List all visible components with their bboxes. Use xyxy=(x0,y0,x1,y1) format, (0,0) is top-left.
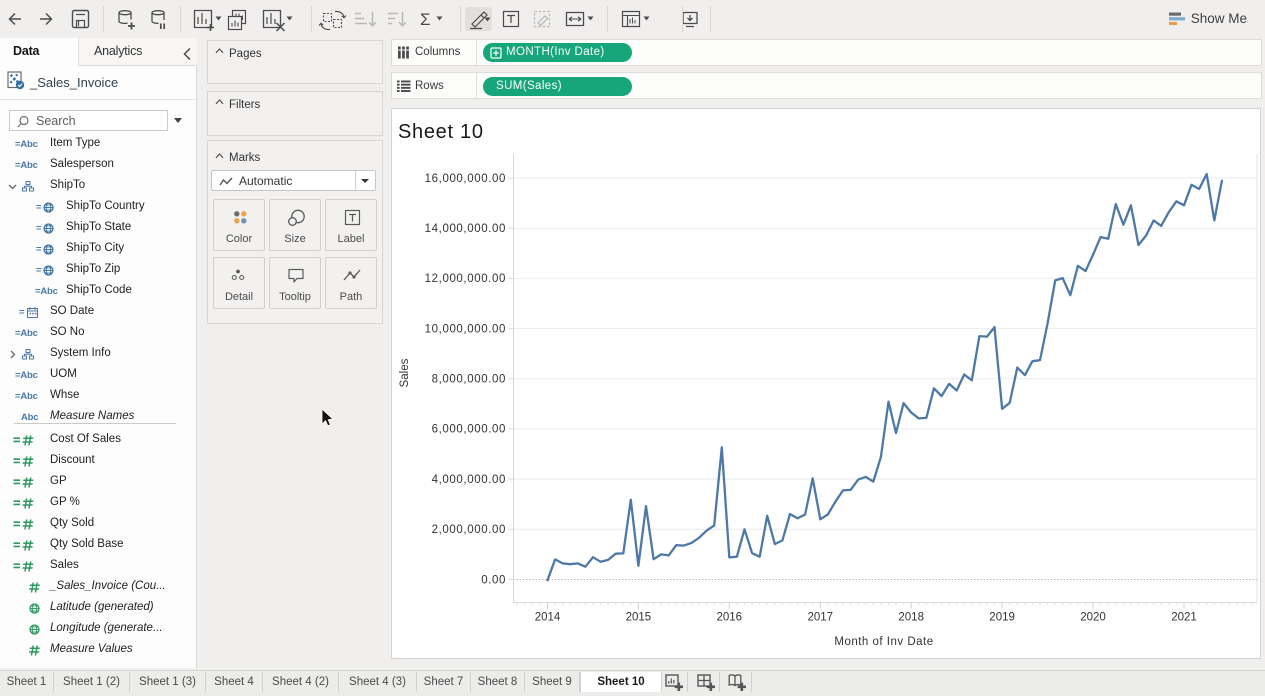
svg-text:2014: 2014 xyxy=(535,612,561,624)
svg-text:8,000,000.00: 8,000,000.00 xyxy=(432,374,506,386)
svg-text:2,000,000.00: 2,000,000.00 xyxy=(432,524,506,536)
svg-text:Sales: Sales xyxy=(399,358,411,387)
svg-text:2019: 2019 xyxy=(989,612,1015,624)
svg-text:2017: 2017 xyxy=(808,612,834,624)
svg-text:2018: 2018 xyxy=(898,612,924,624)
svg-text:2021: 2021 xyxy=(1171,612,1197,624)
svg-text:2016: 2016 xyxy=(717,612,743,624)
svg-text:16,000,000.00: 16,000,000.00 xyxy=(425,173,506,185)
svg-text:2015: 2015 xyxy=(626,612,652,624)
svg-text:12,000,000.00: 12,000,000.00 xyxy=(425,273,506,285)
svg-text:10,000,000.00: 10,000,000.00 xyxy=(425,323,506,335)
svg-text:4,000,000.00: 4,000,000.00 xyxy=(432,474,506,486)
svg-text:2020: 2020 xyxy=(1080,612,1106,624)
svg-text:6,000,000.00: 6,000,000.00 xyxy=(432,424,506,436)
svg-text:Σ: Σ xyxy=(420,10,431,29)
svg-text:Month of Inv Date: Month of Inv Date xyxy=(834,636,933,648)
svg-text:14,000,000.00: 14,000,000.00 xyxy=(425,223,506,235)
svg-text:0.00: 0.00 xyxy=(481,574,506,586)
